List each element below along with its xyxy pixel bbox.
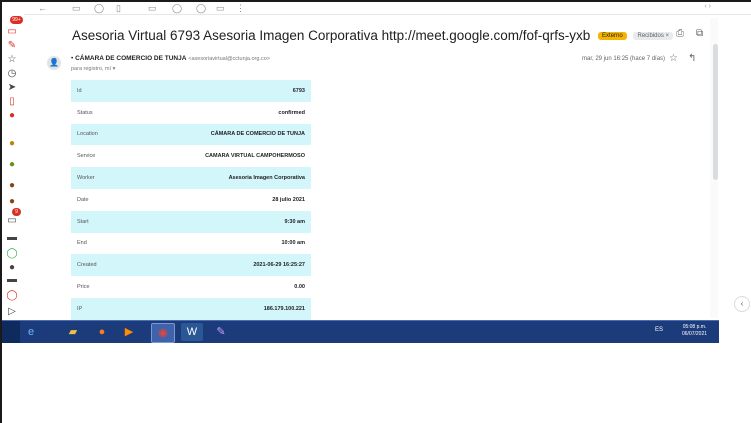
star-icon[interactable]: ☆	[669, 53, 678, 64]
sender-email: <asesoriavirtual@cctunja.org.co>	[188, 56, 270, 62]
more-options-icon[interactable]: ⋮	[236, 3, 245, 14]
inbox-label-chip[interactable]: Recibidos ×	[633, 32, 674, 41]
detail-row: Location CÁMARA DE COMERCIO DE TUNJA	[71, 123, 311, 146]
starred-icon[interactable]: ☆	[5, 54, 19, 66]
snooze-icon[interactable]: ◯	[172, 3, 182, 14]
detail-value: CÁMARA DE COMERCIO DE TUNJA	[210, 131, 305, 138]
detail-value: CAMARA VIRTUAL CAMPOHERMOSO	[205, 153, 305, 160]
detail-key: Status	[77, 109, 93, 116]
reply-icon[interactable]: ↰	[688, 53, 696, 64]
sender-name[interactable]: CÁMARA DE COMERCIO DE TUNJA	[75, 55, 186, 62]
detail-key: Price	[77, 284, 90, 291]
subject-text: Asesoria Virtual 6793 Asesoria Imagen Co…	[72, 28, 591, 43]
unread-count-badge: 99+	[10, 16, 23, 24]
snoozed-icon[interactable]: ◷	[5, 68, 19, 80]
sent-icon[interactable]: ➤	[5, 82, 19, 94]
start-button[interactable]	[2, 321, 20, 343]
print-icon[interactable]: ⎙	[676, 28, 684, 39]
detail-row: End 10:00 am	[71, 233, 311, 255]
detail-key: Start	[77, 218, 89, 225]
detail-key: Id	[77, 87, 82, 94]
detail-row: Start 9:30 am	[71, 210, 311, 233]
clock-time: 05:08 p.m.	[682, 324, 707, 330]
detail-value: confirmed	[278, 109, 305, 116]
contact-avatar-2-icon[interactable]: ●	[5, 159, 19, 171]
delete-icon[interactable]: ▯	[116, 3, 121, 14]
add-task-icon[interactable]: ◯	[196, 3, 206, 14]
sender-line: • CÁMARA DE COMERCIO DE TUNJA <asesoriav…	[71, 55, 270, 62]
email-date: mar, 29 jun 16:25 (hace 7 días)	[582, 56, 666, 62]
windows-taskbar: e ▰ ● ▶ ◉ W ✎ ES 05:08 p.m. 06/07/2021	[2, 320, 719, 343]
contact-avatar-1-icon[interactable]: ●	[5, 138, 19, 150]
contact-avatar-3-icon[interactable]: ●	[5, 180, 19, 192]
detail-row: Created 2021-06-29 16:25:27	[71, 254, 311, 277]
detail-value: Asesoria Imagen Corporativa	[228, 175, 305, 182]
detail-key: Worker	[77, 175, 95, 182]
detail-row: Service CAMARA VIRTUAL CAMPOHERMOSO	[71, 145, 311, 167]
internet-explorer-icon[interactable]: e	[20, 323, 42, 341]
label-icon[interactable]: ▬	[5, 274, 19, 286]
detail-value: 10:00 am	[281, 240, 305, 247]
sender-avatar[interactable]: 👤	[47, 56, 61, 70]
contact-avatar-5-icon[interactable]: ●	[5, 262, 19, 274]
rooms-icon[interactable]: ▬	[5, 232, 19, 244]
meet-icon[interactable]: ◯	[5, 248, 19, 260]
clock-date: 06/07/2021	[682, 331, 708, 337]
archive-icon[interactable]: ▭	[72, 3, 81, 14]
open-new-window-icon[interactable]: ⧉	[696, 28, 703, 39]
language-indicator[interactable]: ES	[655, 327, 663, 333]
detail-value: 9:30 am	[284, 218, 306, 225]
scrollbar-thumb[interactable]	[713, 44, 718, 180]
pagination-chevrons[interactable]: ‹ ›	[704, 3, 711, 10]
detail-row: Price 0.00	[71, 276, 311, 298]
word-icon[interactable]: W	[181, 323, 203, 341]
detail-key: IP	[77, 305, 83, 312]
detail-key: Created	[77, 262, 97, 269]
detail-row: Worker Asesoria Imagen Corporativa	[71, 167, 311, 189]
gmail-toolbar: ← ▭ ◯ ▯ ▭ ◯ ◯ ▭ ⋮ ‹ ›	[2, 2, 751, 15]
detail-row: Status confirmed	[71, 102, 311, 124]
important-icon[interactable]: ●	[5, 110, 19, 122]
contact-avatar-4-icon[interactable]: ●	[5, 196, 19, 208]
detail-key: Service	[77, 153, 96, 160]
mark-unread-icon[interactable]: ▭	[148, 3, 157, 14]
drafts-icon[interactable]: ▯	[5, 96, 19, 108]
settings-icon[interactable]: ▷	[5, 306, 19, 318]
detail-key: End	[77, 240, 87, 247]
back-icon[interactable]: ←	[38, 3, 47, 13]
media-player-icon[interactable]: ▶	[118, 323, 140, 341]
system-clock[interactable]: 05:08 p.m. 06/07/2021	[682, 324, 707, 338]
chrome-icon[interactable]: ◉	[151, 323, 175, 343]
detail-value: 186.179.100.221	[263, 305, 305, 312]
move-to-icon[interactable]: ▭	[216, 3, 225, 14]
detail-key: Date	[77, 196, 89, 203]
chat-icon[interactable]: ▭	[5, 215, 19, 227]
email-subject: Asesoria Virtual 6793 Asesoria Imagen Co…	[72, 28, 674, 43]
recipients-toggle[interactable]: para registro, mí ▾	[71, 66, 115, 72]
detail-value: 2021-06-29 16:25:27	[253, 262, 305, 269]
side-panel-toggle-icon[interactable]: ‹	[734, 296, 750, 312]
detail-value: 28 julio 2021	[272, 196, 305, 203]
hangouts-icon[interactable]: ◯	[5, 290, 19, 302]
left-sidebar: 99+ ▭ ✎ ☆ ◷ ➤ ▯ ● ● ● ● ● 9 ▭ ▬ ◯ ● ▬ ◯ …	[2, 14, 24, 320]
detail-key: Location	[77, 131, 98, 138]
booking-details-table: Id 6793 Status confirmed Location CÁMARA DE C…	[71, 80, 311, 320]
paint-icon[interactable]: ✎	[210, 323, 232, 341]
report-spam-icon[interactable]: ◯	[94, 3, 104, 14]
inbox-icon[interactable]: ▭	[5, 26, 19, 38]
file-explorer-icon[interactable]: ▰	[62, 323, 84, 341]
detail-row: Id 6793	[71, 80, 311, 102]
firefox-icon[interactable]: ●	[91, 323, 113, 341]
detail-row: Date 28 julio 2021	[71, 189, 311, 211]
detail-value: 0.00	[294, 284, 305, 291]
external-tag: Externo	[598, 32, 627, 41]
detail-row: IP 186.179.100.221	[71, 297, 311, 320]
detail-value: 6793	[292, 87, 305, 94]
compose-icon[interactable]: ✎	[5, 40, 19, 52]
